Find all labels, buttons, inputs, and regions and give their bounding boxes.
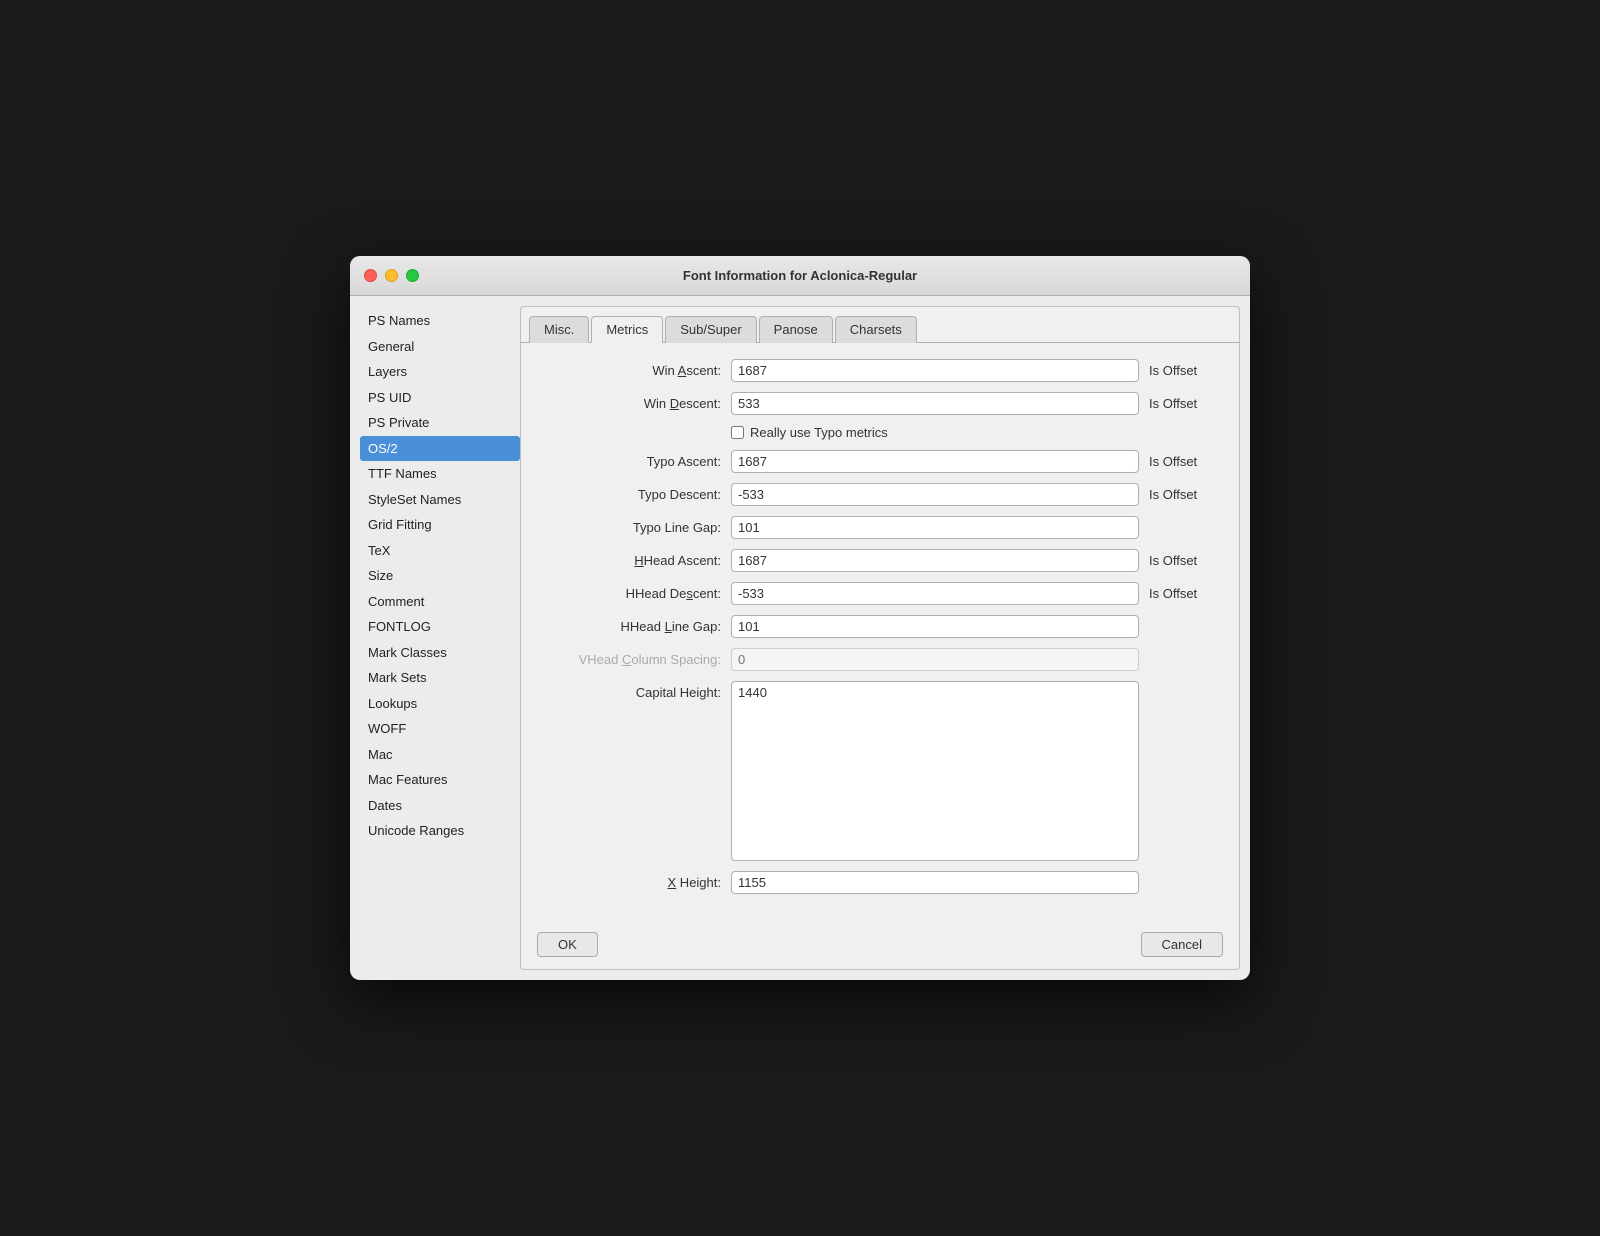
tab-misc[interactable]: Misc.	[529, 316, 589, 343]
really-use-typo-label: Really use Typo metrics	[750, 425, 888, 440]
typo-descent-label: Typo Descent:	[541, 487, 721, 502]
win-descent-is-offset: Is Offset	[1149, 396, 1219, 411]
button-row: OK Cancel	[521, 920, 1239, 969]
cancel-button[interactable]: Cancel	[1141, 932, 1223, 957]
hhead-descent-input[interactable]	[731, 582, 1139, 605]
typo-descent-is-offset: Is Offset	[1149, 487, 1219, 502]
x-height-label: X Height:	[541, 875, 721, 890]
window-body: PS Names General Layers PS UID PS Privat…	[350, 296, 1250, 980]
hhead-descent-row: HHead Descent: Is Offset	[541, 582, 1219, 605]
tab-bar: Misc. Metrics Sub/Super Panose Charsets	[521, 307, 1239, 343]
sidebar-item-lookups[interactable]: Lookups	[360, 691, 520, 717]
sidebar-item-mark-classes[interactable]: Mark Classes	[360, 640, 520, 666]
sidebar: PS Names General Layers PS UID PS Privat…	[360, 306, 520, 970]
window-controls	[364, 269, 419, 282]
win-descent-row: Win Descent: Is Offset	[541, 392, 1219, 415]
sidebar-item-layers[interactable]: Layers	[360, 359, 520, 385]
sidebar-item-mac[interactable]: Mac	[360, 742, 520, 768]
sidebar-item-fontlog[interactable]: FONTLOG	[360, 614, 520, 640]
sidebar-item-woff[interactable]: WOFF	[360, 716, 520, 742]
sidebar-item-ps-uid[interactable]: PS UID	[360, 385, 520, 411]
win-descent-input[interactable]	[731, 392, 1139, 415]
sidebar-item-mac-features[interactable]: Mac Features	[360, 767, 520, 793]
tab-panose[interactable]: Panose	[759, 316, 833, 343]
typo-ascent-is-offset: Is Offset	[1149, 454, 1219, 469]
hhead-descent-is-offset: Is Offset	[1149, 586, 1219, 601]
typo-ascent-input[interactable]	[731, 450, 1139, 473]
hhead-line-gap-row: HHead Line Gap:	[541, 615, 1219, 638]
sidebar-item-ttf-names[interactable]: TTF Names	[360, 461, 520, 487]
typo-ascent-row: Typo Ascent: Is Offset	[541, 450, 1219, 473]
typo-line-gap-row: Typo Line Gap:	[541, 516, 1219, 539]
vhead-column-spacing-row: VHead Column Spacing:	[541, 648, 1219, 671]
sidebar-item-ps-private[interactable]: PS Private	[360, 410, 520, 436]
win-descent-label: Win Descent:	[541, 396, 721, 411]
sidebar-item-grid-fitting[interactable]: Grid Fitting	[360, 512, 520, 538]
sidebar-item-ps-names[interactable]: PS Names	[360, 308, 520, 334]
hhead-descent-label: HHead Descent:	[541, 586, 721, 601]
x-height-input[interactable]	[731, 871, 1139, 894]
title-bar: Font Information for Aclonica-Regular	[350, 256, 1250, 296]
tab-sub-super[interactable]: Sub/Super	[665, 316, 756, 343]
win-ascent-input[interactable]	[731, 359, 1139, 382]
main-content: Misc. Metrics Sub/Super Panose Charsets …	[520, 306, 1240, 970]
vhead-column-spacing-input	[731, 648, 1139, 671]
minimize-button[interactable]	[385, 269, 398, 282]
sidebar-item-general[interactable]: General	[360, 334, 520, 360]
hhead-line-gap-input[interactable]	[731, 615, 1139, 638]
win-ascent-row: Win Ascent: Is Offset	[541, 359, 1219, 382]
win-ascent-label: Win Ascent:	[541, 363, 721, 378]
sidebar-item-styleset-names[interactable]: StyleSet Names	[360, 487, 520, 513]
ok-button[interactable]: OK	[537, 932, 598, 957]
sidebar-item-unicode-ranges[interactable]: Unicode Ranges	[360, 818, 520, 844]
really-use-typo-checkbox[interactable]	[731, 426, 744, 439]
main-window: Font Information for Aclonica-Regular PS…	[350, 256, 1250, 980]
sidebar-item-dates[interactable]: Dates	[360, 793, 520, 819]
typo-line-gap-label: Typo Line Gap:	[541, 520, 721, 535]
tab-metrics[interactable]: Metrics	[591, 316, 663, 343]
vhead-column-spacing-label: VHead Column Spacing:	[541, 652, 721, 667]
close-button[interactable]	[364, 269, 377, 282]
hhead-ascent-row: HHead Ascent: Is Offset	[541, 549, 1219, 572]
typo-line-gap-input[interactable]	[731, 516, 1139, 539]
capital-height-input[interactable]: 1440	[731, 681, 1139, 861]
sidebar-item-tex[interactable]: TeX	[360, 538, 520, 564]
win-ascent-is-offset: Is Offset	[1149, 363, 1219, 378]
sidebar-item-os2[interactable]: OS/2	[360, 436, 520, 462]
capital-height-label: Capital Height:	[541, 685, 721, 700]
hhead-ascent-label: HHead Ascent:	[541, 553, 721, 568]
capital-height-row: Capital Height: 1440	[541, 681, 1219, 861]
tab-charsets[interactable]: Charsets	[835, 316, 917, 343]
hhead-ascent-is-offset: Is Offset	[1149, 553, 1219, 568]
typo-descent-input[interactable]	[731, 483, 1139, 506]
metrics-tab-content: Win Ascent: Is Offset Win Descent: Is Of…	[521, 343, 1239, 920]
hhead-ascent-input[interactable]	[731, 549, 1139, 572]
x-height-row: X Height:	[541, 871, 1219, 894]
sidebar-item-comment[interactable]: Comment	[360, 589, 520, 615]
hhead-line-gap-label: HHead Line Gap:	[541, 619, 721, 634]
sidebar-item-mark-sets[interactable]: Mark Sets	[360, 665, 520, 691]
really-use-typo-row: Really use Typo metrics	[541, 425, 1219, 440]
maximize-button[interactable]	[406, 269, 419, 282]
typo-descent-row: Typo Descent: Is Offset	[541, 483, 1219, 506]
typo-ascent-label: Typo Ascent:	[541, 454, 721, 469]
sidebar-item-size[interactable]: Size	[360, 563, 520, 589]
window-title: Font Information for Aclonica-Regular	[683, 268, 917, 283]
